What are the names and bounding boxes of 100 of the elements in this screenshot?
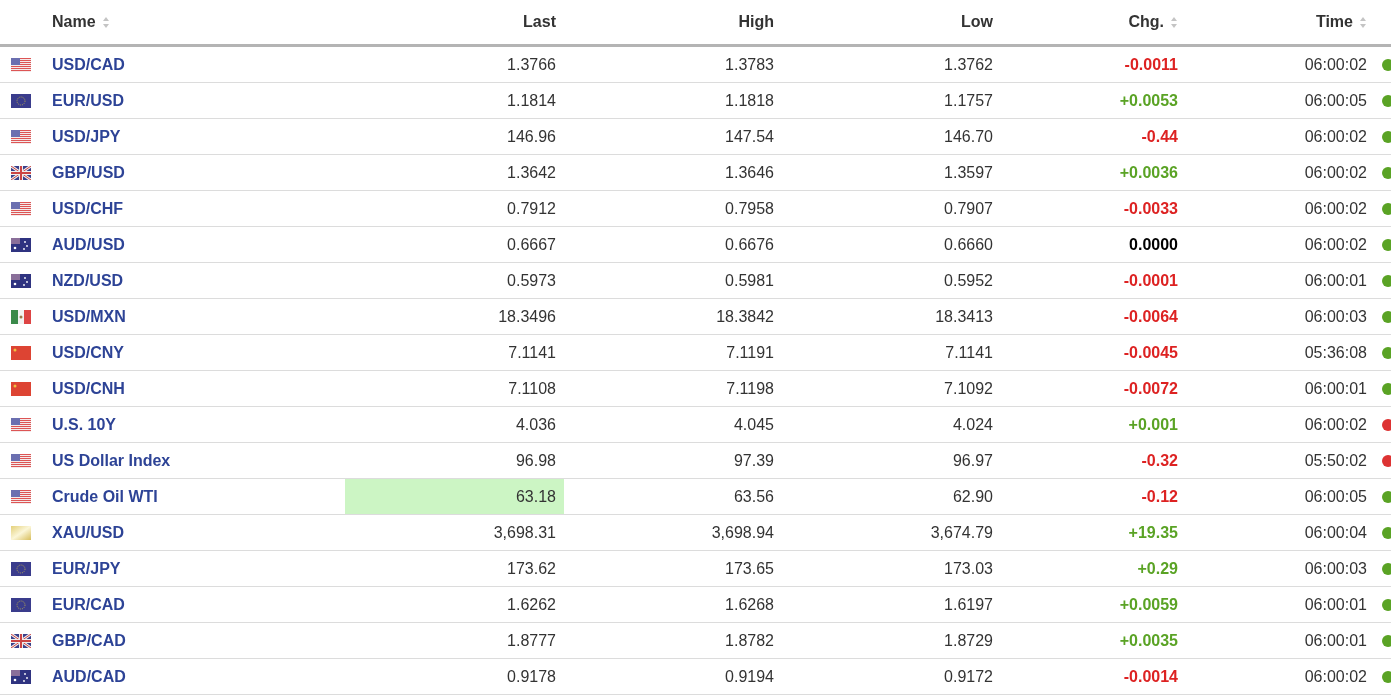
column-header: Low [961, 12, 993, 32]
column-header[interactable]: Time [1315, 10, 1367, 34]
sort-icon[interactable] [1170, 15, 1178, 29]
price-cell-text: 0.5981 [725, 270, 774, 291]
time-cell-text: 06:00:01 [1304, 270, 1367, 291]
price-cell-text: 3,698.94 [711, 522, 774, 543]
instrument-link[interactable]: GBP/CAD [52, 628, 126, 653]
price-cell-text: 0.5973 [506, 270, 557, 291]
change-cell-text: -0.32 [1141, 450, 1178, 471]
instrument-link[interactable]: GBP/USD [52, 160, 125, 185]
time-cell-text: 05:36:08 [1304, 342, 1367, 363]
change-cell-text: +0.0036 [1119, 162, 1178, 183]
time-cell-text: 06:00:03 [1304, 306, 1367, 327]
time-cell-text: 06:00:02 [1304, 54, 1367, 75]
instrument-link[interactable]: EUR/CAD [52, 592, 125, 617]
time-cell-text: 06:00:02 [1304, 198, 1367, 219]
price-cell-text: 1.3766 [506, 54, 557, 75]
instrument-link[interactable]: USD/JPY [52, 124, 121, 149]
price-cell-text: 1.3597 [944, 162, 993, 183]
time-cell-text: 06:00:01 [1304, 594, 1367, 615]
time-cell-text: 06:00:05 [1304, 90, 1367, 111]
instrument-link[interactable]: USD/CNH [52, 376, 125, 401]
change-cell-text: -0.0011 [1124, 54, 1178, 75]
price-cell-text: 146.96 [506, 126, 557, 147]
instrument-link[interactable]: Crude Oil WTI [52, 484, 158, 509]
instrument-link[interactable]: EUR/USD [52, 88, 124, 113]
column-header[interactable]: Chg. [1128, 10, 1178, 34]
instrument-link[interactable]: U.S. 10Y [52, 412, 117, 437]
price-cell-text: 18.3413 [935, 306, 993, 327]
price-cell-text: 4.036 [514, 414, 557, 435]
sort-icon[interactable] [1359, 15, 1367, 29]
price-cell-text: 0.6660 [944, 234, 993, 255]
price-cell-text: 4.045 [733, 414, 774, 435]
change-cell-text: -0.0014 [1123, 666, 1178, 687]
price-cell-text: 1.6268 [725, 594, 774, 615]
price-cell-text: 62.90 [952, 486, 993, 507]
time-cell-text: 06:00:02 [1304, 126, 1367, 147]
price-cell-text: 7.1141 [507, 342, 557, 363]
price-cell-text: 18.3496 [497, 306, 557, 327]
price-cell-text: 63.56 [733, 486, 774, 507]
price-cell-text: 4.024 [952, 414, 993, 435]
price-cell: 63.18 [345, 479, 564, 514]
instrument-link[interactable]: USD/MXN [52, 304, 126, 329]
time-cell-text: 06:00:02 [1304, 162, 1367, 183]
price-cell-text: 147.54 [725, 126, 774, 147]
column-header: Last [523, 12, 556, 32]
price-cell-text: 1.1814 [506, 90, 557, 111]
instrument-link[interactable]: USD/CHF [52, 196, 124, 221]
time-cell-text: 06:00:01 [1304, 630, 1367, 651]
change-cell-text: -0.0033 [1123, 198, 1178, 219]
price-cell-text: 1.6197 [944, 594, 993, 615]
price-cell-text: 0.9194 [725, 666, 774, 687]
price-cell-text: 1.6262 [506, 594, 557, 615]
column-header[interactable]: Name [52, 10, 110, 34]
change-cell-text: -0.0064 [1123, 306, 1178, 327]
time-cell-text: 06:00:05 [1304, 486, 1367, 507]
sort-icon[interactable] [101, 15, 110, 29]
price-cell-text: 1.3783 [725, 54, 774, 75]
price-cell-text: 1.8777 [506, 630, 557, 651]
price-cell-text: 0.9178 [506, 666, 557, 687]
time-cell-text: 06:00:02 [1304, 666, 1367, 687]
price-cell-text: 0.9172 [944, 666, 993, 687]
instrument-link[interactable]: USD/CNY [52, 340, 124, 365]
price-cell-text: 96.97 [952, 450, 993, 471]
change-cell-text: -0.0001 [1123, 270, 1178, 291]
instrument-link[interactable]: USD/CAD [52, 52, 125, 77]
change-cell-text: 0.0000 [1129, 234, 1178, 255]
price-cell-text: 0.5952 [944, 270, 993, 291]
change-cell-text: +0.0059 [1119, 594, 1178, 615]
price-cell-text: 0.7912 [506, 198, 557, 219]
column-header: High [738, 12, 774, 32]
instrument-link[interactable]: AUD/CAD [52, 664, 126, 689]
price-cell-text: 7.1092 [944, 378, 993, 399]
instrument-link[interactable]: XAU/USD [52, 520, 124, 545]
price-cell-text: 7.1141 [945, 342, 993, 363]
change-cell-text: -0.0045 [1123, 342, 1178, 363]
price-cell-text: 7.1198 [726, 378, 774, 399]
change-cell-text: +0.0035 [1119, 630, 1178, 651]
price-cell-text: 1.8729 [944, 630, 993, 651]
price-cell-text: 96.98 [514, 450, 557, 471]
price-cell-text: 146.70 [944, 126, 993, 147]
price-cell-text: 7.1191 [726, 342, 774, 363]
price-cell-text: 7.1108 [507, 378, 557, 399]
instrument-link[interactable]: AUD/USD [52, 232, 125, 257]
price-cell-text: 0.6676 [725, 234, 774, 255]
instrument-link[interactable]: EUR/JPY [52, 556, 121, 581]
time-cell-text: 06:00:02 [1304, 234, 1367, 255]
price-cell-text: 1.1757 [944, 90, 993, 111]
change-cell-text: -0.0072 [1123, 378, 1178, 399]
change-cell-text: +0.0053 [1119, 90, 1178, 111]
instrument-link[interactable]: US Dollar Index [52, 448, 171, 473]
price-cell-text: 0.7907 [944, 198, 993, 219]
change-cell-text: -0.44 [1141, 126, 1178, 147]
price-cell-text: 0.7958 [725, 198, 774, 219]
time-cell-text: 06:00:04 [1304, 522, 1367, 543]
price-cell-text: 3,698.31 [492, 522, 557, 543]
time-cell-text: 05:50:02 [1304, 450, 1367, 471]
price-cell-text: 1.3642 [506, 162, 557, 183]
instrument-link[interactable]: NZD/USD [52, 268, 124, 293]
price-cell-text: 173.65 [725, 558, 774, 579]
